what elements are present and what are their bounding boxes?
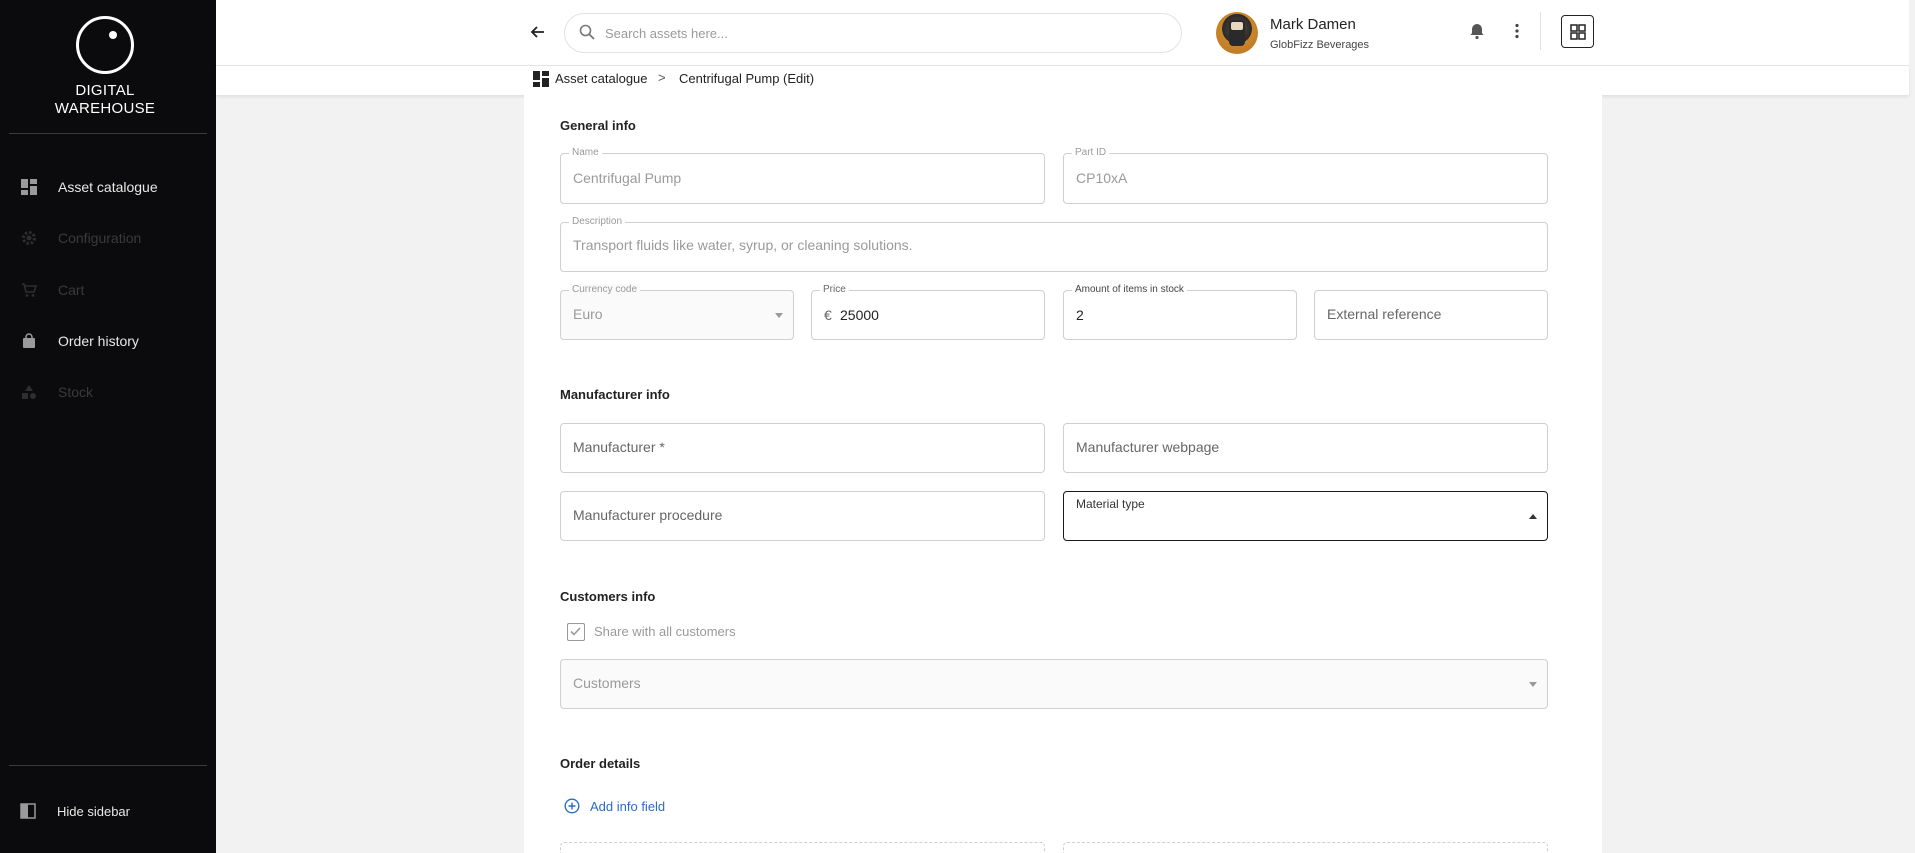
price-value: 25000 [840,307,879,323]
notifications-button[interactable] [1468,22,1488,42]
more-options-button[interactable] [1508,22,1528,42]
asset-edit-form [524,95,1602,853]
manufacturer-procedure-field[interactable]: Manufacturer procedure [560,491,1045,541]
sidebar: DIGITAL WAREHOUSE Asset catalogue Config… [0,0,216,853]
hide-sidebar-button[interactable]: Hide sidebar [20,803,130,819]
sidebar-item-order-history[interactable]: Order history [0,321,216,361]
sidebar-bottom-divider [9,765,207,766]
price-field[interactable]: Price € 25000 [811,284,1045,340]
stock-amount-field[interactable]: Amount of items in stock 2 [1063,284,1297,340]
currency-code-value: Euro [573,306,603,322]
header-divider [1540,12,1541,50]
customers-placeholder: Customers [573,675,641,691]
add-info-field-button[interactable]: Add info field [564,798,665,814]
general-info-title: General info [560,118,636,133]
breadcrumb-asset-catalogue-link[interactable]: Asset catalogue [555,71,648,86]
kebab-menu-icon [1515,23,1519,39]
logo-text-line2: WAREHOUSE [54,100,156,117]
search-bar[interactable] [564,13,1182,53]
logo-mark [76,16,134,74]
order-details-title: Order details [560,756,641,771]
avatar[interactable] [1216,12,1258,54]
checkmark-icon [570,627,581,636]
manufacturer-placeholder: Manufacturer * [573,439,665,455]
grid-icon [1569,23,1586,40]
share-all-customers-label: Share with all customers [594,624,736,639]
sidebar-item-label: Stock [58,384,94,400]
part-id-field[interactable]: Part ID CP10xA [1063,147,1548,204]
sidebar-item-label: Cart [58,282,85,298]
dashboard-icon [533,71,549,87]
manufacturer-info-title: Manufacturer info [560,387,670,402]
breadcrumb-current: Centrifugal Pump (Edit) [679,71,815,86]
breadcrumb [216,66,1909,95]
sidebar-item-cart[interactable]: Cart [0,270,216,310]
name-label: Name [569,147,602,158]
search-input[interactable] [605,25,1125,41]
app-logo[interactable]: DIGITAL WAREHOUSE [0,16,210,118]
customers-select[interactable]: Customers [560,659,1548,709]
gear-icon [20,229,38,247]
search-icon [579,24,595,43]
add-circle-icon [564,798,580,814]
manufacturer-procedure-placeholder: Manufacturer procedure [573,507,723,523]
logo-text-line1: DIGITAL [75,82,135,99]
add-info-field-label: Add info field [590,798,666,814]
sidebar-item-label: Configuration [58,230,142,246]
description-value: Transport fluids like water, syrup, or c… [573,237,913,253]
sidebar-item-stock[interactable]: Stock [0,372,216,412]
manufacturer-webpage-field[interactable]: Manufacturer webpage [1063,423,1548,473]
description-label: Description [569,216,626,227]
name-field[interactable]: Name Centrifugal Pump [560,147,1045,204]
part-id-value: CP10xA [1076,170,1128,186]
bell-icon [1470,24,1484,40]
sidebar-item-configuration[interactable]: Configuration [0,218,216,258]
chevron-up-icon [1529,514,1537,519]
material-type-select[interactable]: Material type [1063,491,1548,541]
stock-amount-label: Amount of items in stock [1072,284,1187,295]
sidebar-divider [9,133,207,134]
price-label: Price [820,284,849,295]
arrow-left-icon [530,26,544,38]
stock-amount-value: 2 [1076,307,1084,323]
shopping-bag-icon [20,332,38,350]
share-all-customers-checkbox[interactable] [567,623,585,641]
user-organization: GlobFizz Beverages [1270,39,1370,51]
customers-info-title: Customers info [560,589,656,604]
back-button[interactable] [528,22,552,44]
dashboard-icon [20,178,38,196]
euro-symbol: € [824,307,832,323]
external-reference-placeholder: External reference [1327,306,1442,322]
description-field[interactable]: Description Transport fluids like water,… [560,216,1548,272]
stock-icon [20,383,38,401]
currency-code-label: Currency code [569,284,641,295]
chevron-down-icon [775,313,783,318]
name-value: Centrifugal Pump [573,170,682,186]
user-name[interactable]: Mark Damen [1270,16,1356,33]
currency-code-select[interactable]: Currency code Euro [560,284,794,340]
info-field-placeholder [560,842,1045,853]
hide-sidebar-label: Hide sidebar [57,803,130,819]
chevron-right-icon: > [658,70,666,85]
sidebar-item-label: Asset catalogue [58,179,158,195]
external-reference-field[interactable]: External reference [1314,290,1548,340]
manufacturer-field[interactable]: Manufacturer * [560,423,1045,473]
manufacturer-webpage-placeholder: Manufacturer webpage [1076,439,1220,455]
chevron-down-icon [1529,682,1537,687]
sidebar-toggle-icon [20,803,36,819]
apps-grid-button[interactable] [1561,15,1594,48]
info-field-placeholder [1063,842,1548,853]
material-type-label: Material type [1076,497,1145,511]
part-id-label: Part ID [1072,147,1110,158]
sidebar-item-asset-catalogue[interactable]: Asset catalogue [0,167,216,207]
cart-icon [20,281,38,299]
sidebar-item-label: Order history [58,333,139,349]
